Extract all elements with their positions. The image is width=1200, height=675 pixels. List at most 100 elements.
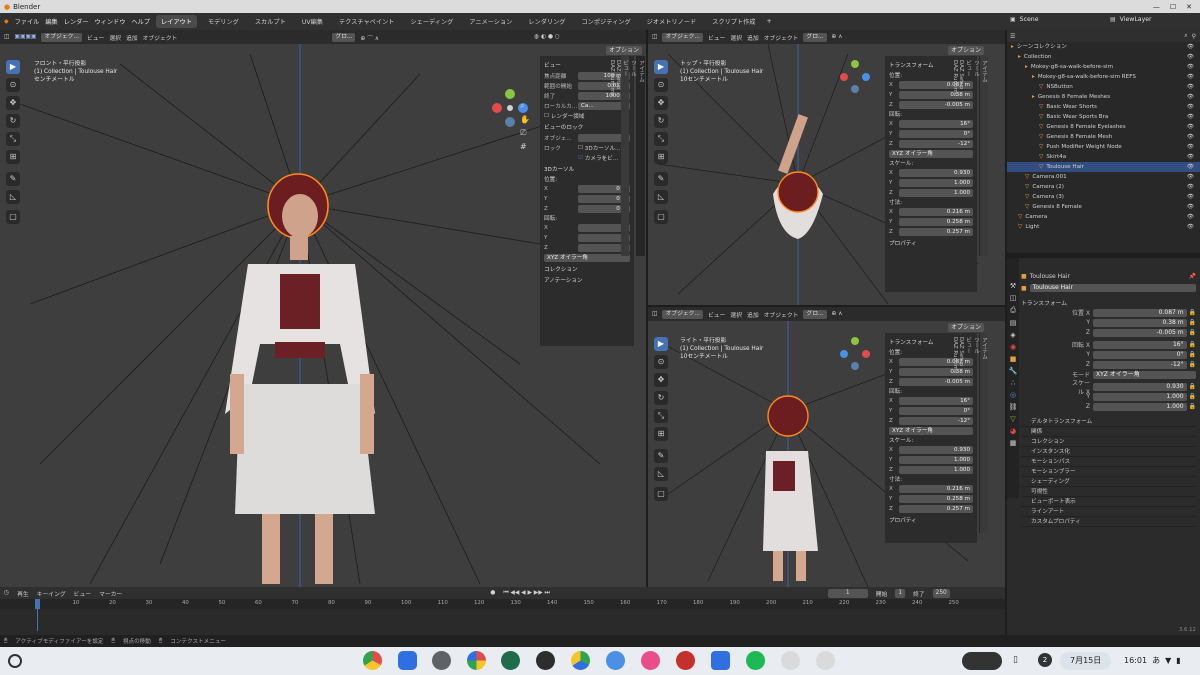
properties-section-header[interactable]: デルタトランスフォーム [1021, 417, 1196, 427]
rotate-tool-icon[interactable]: ↻ [654, 114, 668, 128]
tab-shading[interactable]: シェーディング [405, 15, 458, 28]
transform-orientation-dropdown[interactable]: グロ... [803, 309, 827, 319]
outliner-row[interactable]: ▸ Mokey-g8-sa-walk-before-sim REFS 👁 [1007, 72, 1200, 82]
outliner-row[interactable]: ▽ Skirt4a 👁 [1007, 152, 1200, 162]
outliner-row[interactable]: ▽ Genesis 8 Female Eyelashes 👁 [1007, 122, 1200, 132]
outliner-row[interactable]: ▽ Camera (3) 👁 [1007, 192, 1200, 202]
select-tool-icon[interactable]: ▶ [654, 60, 668, 74]
render-region-checkbox[interactable]: ☐ [544, 113, 551, 119]
timeline-view-menu[interactable]: ビュー [74, 589, 91, 598]
search-icon[interactable]: ⌕ [1184, 32, 1187, 40]
visibility-eye-icon[interactable]: 👁 [1187, 172, 1200, 182]
sidebar-tab-item[interactable]: アイテム [980, 333, 988, 533]
terminal-icon[interactable] [536, 651, 555, 670]
outliner-row[interactable]: ▽ Camera 👁 [1007, 212, 1200, 222]
annotate-tool-icon[interactable]: ✎ [654, 172, 668, 186]
dev-terminal-icon[interactable] [501, 651, 520, 670]
visibility-eye-icon[interactable]: 👁 [1187, 42, 1200, 52]
physics-tab-icon[interactable]: ◎ [1010, 391, 1016, 399]
properties-section-header[interactable]: インスタンス化 [1021, 447, 1196, 457]
select-mode-icons[interactable]: ▣▣▣▣ [14, 34, 36, 40]
visibility-eye-icon[interactable]: 👁 [1187, 192, 1200, 202]
menu-view[interactable]: ビュー [87, 33, 104, 42]
lock-icon[interactable]: 🔒 [1187, 403, 1196, 410]
menu-object[interactable]: オブジェクト [143, 33, 178, 42]
view-layer-tab-icon[interactable]: ▤ [1010, 319, 1017, 327]
sidebar-tab-item[interactable]: アイテム [637, 56, 645, 256]
spotify-icon[interactable] [746, 651, 765, 670]
outliner-row[interactable]: ▸ Mokey-g8-sa-walk-before-sim 👁 [1007, 62, 1200, 72]
filter-icon[interactable]: ⚲ [1192, 33, 1200, 40]
mode-dropdown[interactable]: オブジェク... [662, 32, 703, 42]
lock-icon[interactable]: 🔒 [1187, 351, 1196, 358]
menu-render[interactable]: レンダー [64, 17, 89, 26]
measure-tool-icon[interactable]: ◺ [6, 190, 20, 204]
prop-transform-section[interactable]: トランスフォーム [1021, 298, 1196, 307]
settings-icon[interactable] [432, 651, 451, 670]
camera-view-icon[interactable]: ⎚ [520, 128, 530, 138]
rotate-tool-icon[interactable]: ↻ [654, 391, 668, 405]
play-store-icon[interactable] [571, 651, 590, 670]
chrome-icon[interactable] [363, 651, 382, 670]
properties-section-header[interactable]: ラインアート [1021, 507, 1196, 517]
timeline-editor-icon[interactable]: ◷ [4, 590, 9, 596]
visibility-eye-icon[interactable]: 👁 [1187, 222, 1200, 232]
properties-section-header[interactable]: シェーディング [1021, 477, 1196, 487]
options-dropdown[interactable]: オプション [948, 46, 985, 55]
penguin-icon[interactable] [781, 651, 800, 670]
visibility-eye-icon[interactable]: 👁 [1187, 182, 1200, 192]
playhead[interactable] [35, 599, 40, 609]
lock-icon[interactable]: 🔒 [1187, 309, 1196, 316]
sidebar-tab-daz-runtime[interactable]: DAZ Runtime [952, 333, 958, 533]
outliner-row[interactable]: ▸ Collection 👁 [1007, 52, 1200, 62]
tab-scripting[interactable]: スクリプト作成 [707, 15, 760, 28]
snap-icon[interactable]: ⊕ ⌒ ∧ [360, 33, 379, 42]
feather-app-icon[interactable] [606, 651, 625, 670]
lock-icon[interactable]: 🔒 [1187, 361, 1196, 368]
properties-section-header[interactable]: カスタムプロパティ [1021, 517, 1196, 527]
properties-section-header[interactable]: モーションブラー [1021, 467, 1196, 477]
minimize-button[interactable]: — [1153, 3, 1160, 11]
cat-app-icon[interactable] [641, 651, 660, 670]
move-tool-icon[interactable]: ✥ [654, 373, 668, 387]
prop-loc-z[interactable]: -0.005 m [1093, 328, 1187, 337]
frame-start-field[interactable]: 1 [895, 588, 906, 598]
properties-section-header[interactable]: コレクション [1021, 437, 1196, 447]
object-tab-icon[interactable]: ■ [1010, 355, 1017, 363]
editor-type-icon[interactable]: ◫ [652, 311, 657, 317]
visibility-eye-icon[interactable]: 👁 [1187, 52, 1200, 62]
properties-section-header[interactable]: ビューポート表示 [1021, 497, 1196, 507]
prop-scale-x[interactable]: 0.930 [1093, 382, 1187, 391]
editor-type-icon[interactable]: ◫ [652, 34, 657, 40]
menu-window[interactable]: ウィンドウ [95, 17, 126, 26]
lock-icon[interactable]: 🔒 [1187, 393, 1196, 400]
menu-object[interactable]: オブジェクト [764, 33, 799, 42]
outliner-editor-icon[interactable]: ☰ [1010, 33, 1015, 40]
photos-icon[interactable] [467, 651, 486, 670]
sidebar-tab-item[interactable]: アイテム [980, 56, 988, 256]
playback-menu[interactable]: 再生 [17, 589, 29, 598]
transform-orientation-dropdown[interactable]: グロ... [803, 32, 827, 42]
prop-rot-y[interactable]: 0° [1093, 350, 1187, 359]
tab-compositing[interactable]: コンポジティング [577, 15, 636, 28]
tab-layout[interactable]: レイアウト [156, 15, 197, 28]
move-tool-icon[interactable]: ✥ [654, 96, 668, 110]
scene-selector[interactable]: Scene [1020, 16, 1039, 23]
tab-texture-paint[interactable]: テクスチャペイント [334, 15, 399, 28]
prop-loc-x[interactable]: 0.087 m [1093, 308, 1187, 317]
menu-add[interactable]: 追加 [126, 33, 138, 42]
docs-icon[interactable] [711, 651, 730, 670]
visibility-eye-icon[interactable]: 👁 [1187, 132, 1200, 142]
select-tool-icon[interactable]: ▶ [6, 60, 20, 74]
tab-rendering[interactable]: レンダリング [523, 15, 570, 28]
sidebar-tab-tool[interactable]: ツール [972, 56, 980, 256]
tray-apps[interactable] [962, 652, 1002, 670]
outliner-row[interactable]: ▽ Genesis 8 Female Mesh 👁 [1007, 132, 1200, 142]
viewport-front[interactable]: ◫ ▣▣▣▣ オブジェク... ビュー 選択 追加 オブジェクト グロ... ⊕… [0, 30, 646, 587]
select-tool-icon[interactable]: ▶ [654, 337, 668, 351]
viewlayer-selector[interactable]: ViewLayer [1120, 16, 1152, 23]
menu-add[interactable]: 追加 [747, 310, 759, 319]
outliner-row[interactable]: ▽ Light 👁 [1007, 222, 1200, 232]
lock-icon[interactable]: 🔒 [1187, 341, 1196, 348]
material-tab-icon[interactable]: ◕ [1010, 427, 1016, 435]
